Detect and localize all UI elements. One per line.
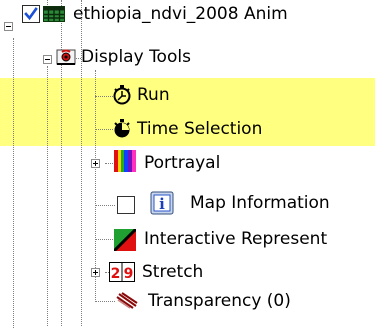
expand-toggle-portrayal[interactable] [91,159,100,168]
expand-toggle-display-tools[interactable] [43,55,52,64]
tree-line [47,66,48,326]
expand-toggle-root[interactable] [4,22,13,31]
triangle-swatch-icon [112,227,138,253]
map-information-checkbox[interactable] [117,196,135,214]
raster-grid-icon [43,6,65,22]
stopwatch-filled-icon [112,119,132,139]
stretch-icon: 2 9 [109,261,135,283]
tree-line [13,38,14,328]
tree-line [47,0,48,5]
tree-line [95,301,115,302]
expand-toggle-stretch[interactable] [91,268,100,277]
info-icon: i [150,191,174,215]
tree-line [95,96,113,97]
map-information-label[interactable]: Map Information [190,193,330,213]
svg-text:9: 9 [124,266,134,282]
display-tools-label[interactable]: Display Tools [81,47,191,67]
display-tools-icon [54,47,78,67]
run-label[interactable]: Run [137,85,170,105]
color-bars-icon [114,150,136,172]
transparency-label[interactable]: Transparency (0) [148,291,291,311]
stopwatch-icon [112,85,132,105]
root-visibility-checkbox[interactable] [22,5,40,23]
root-layer-label[interactable]: ethiopia_ndvi_2008 Anim [73,4,288,24]
tree-line [95,239,113,240]
transparency-icon [115,291,139,311]
time-selection-label[interactable]: Time Selection [137,119,262,139]
checkmark-icon [24,7,38,21]
portrayal-label[interactable]: Portrayal [144,153,220,173]
interactive-representation-label[interactable]: Interactive Represent [144,229,327,249]
tree-line [95,205,115,206]
layer-tree: ethiopia_ndvi_2008 Anim Display Tools Ru… [0,0,375,328]
stretch-label[interactable]: Stretch [142,262,203,282]
svg-text:2: 2 [111,266,121,282]
tree-line [105,163,113,164]
svg-text:i: i [159,195,165,213]
tree-line [95,70,96,300]
tree-line [95,129,113,130]
